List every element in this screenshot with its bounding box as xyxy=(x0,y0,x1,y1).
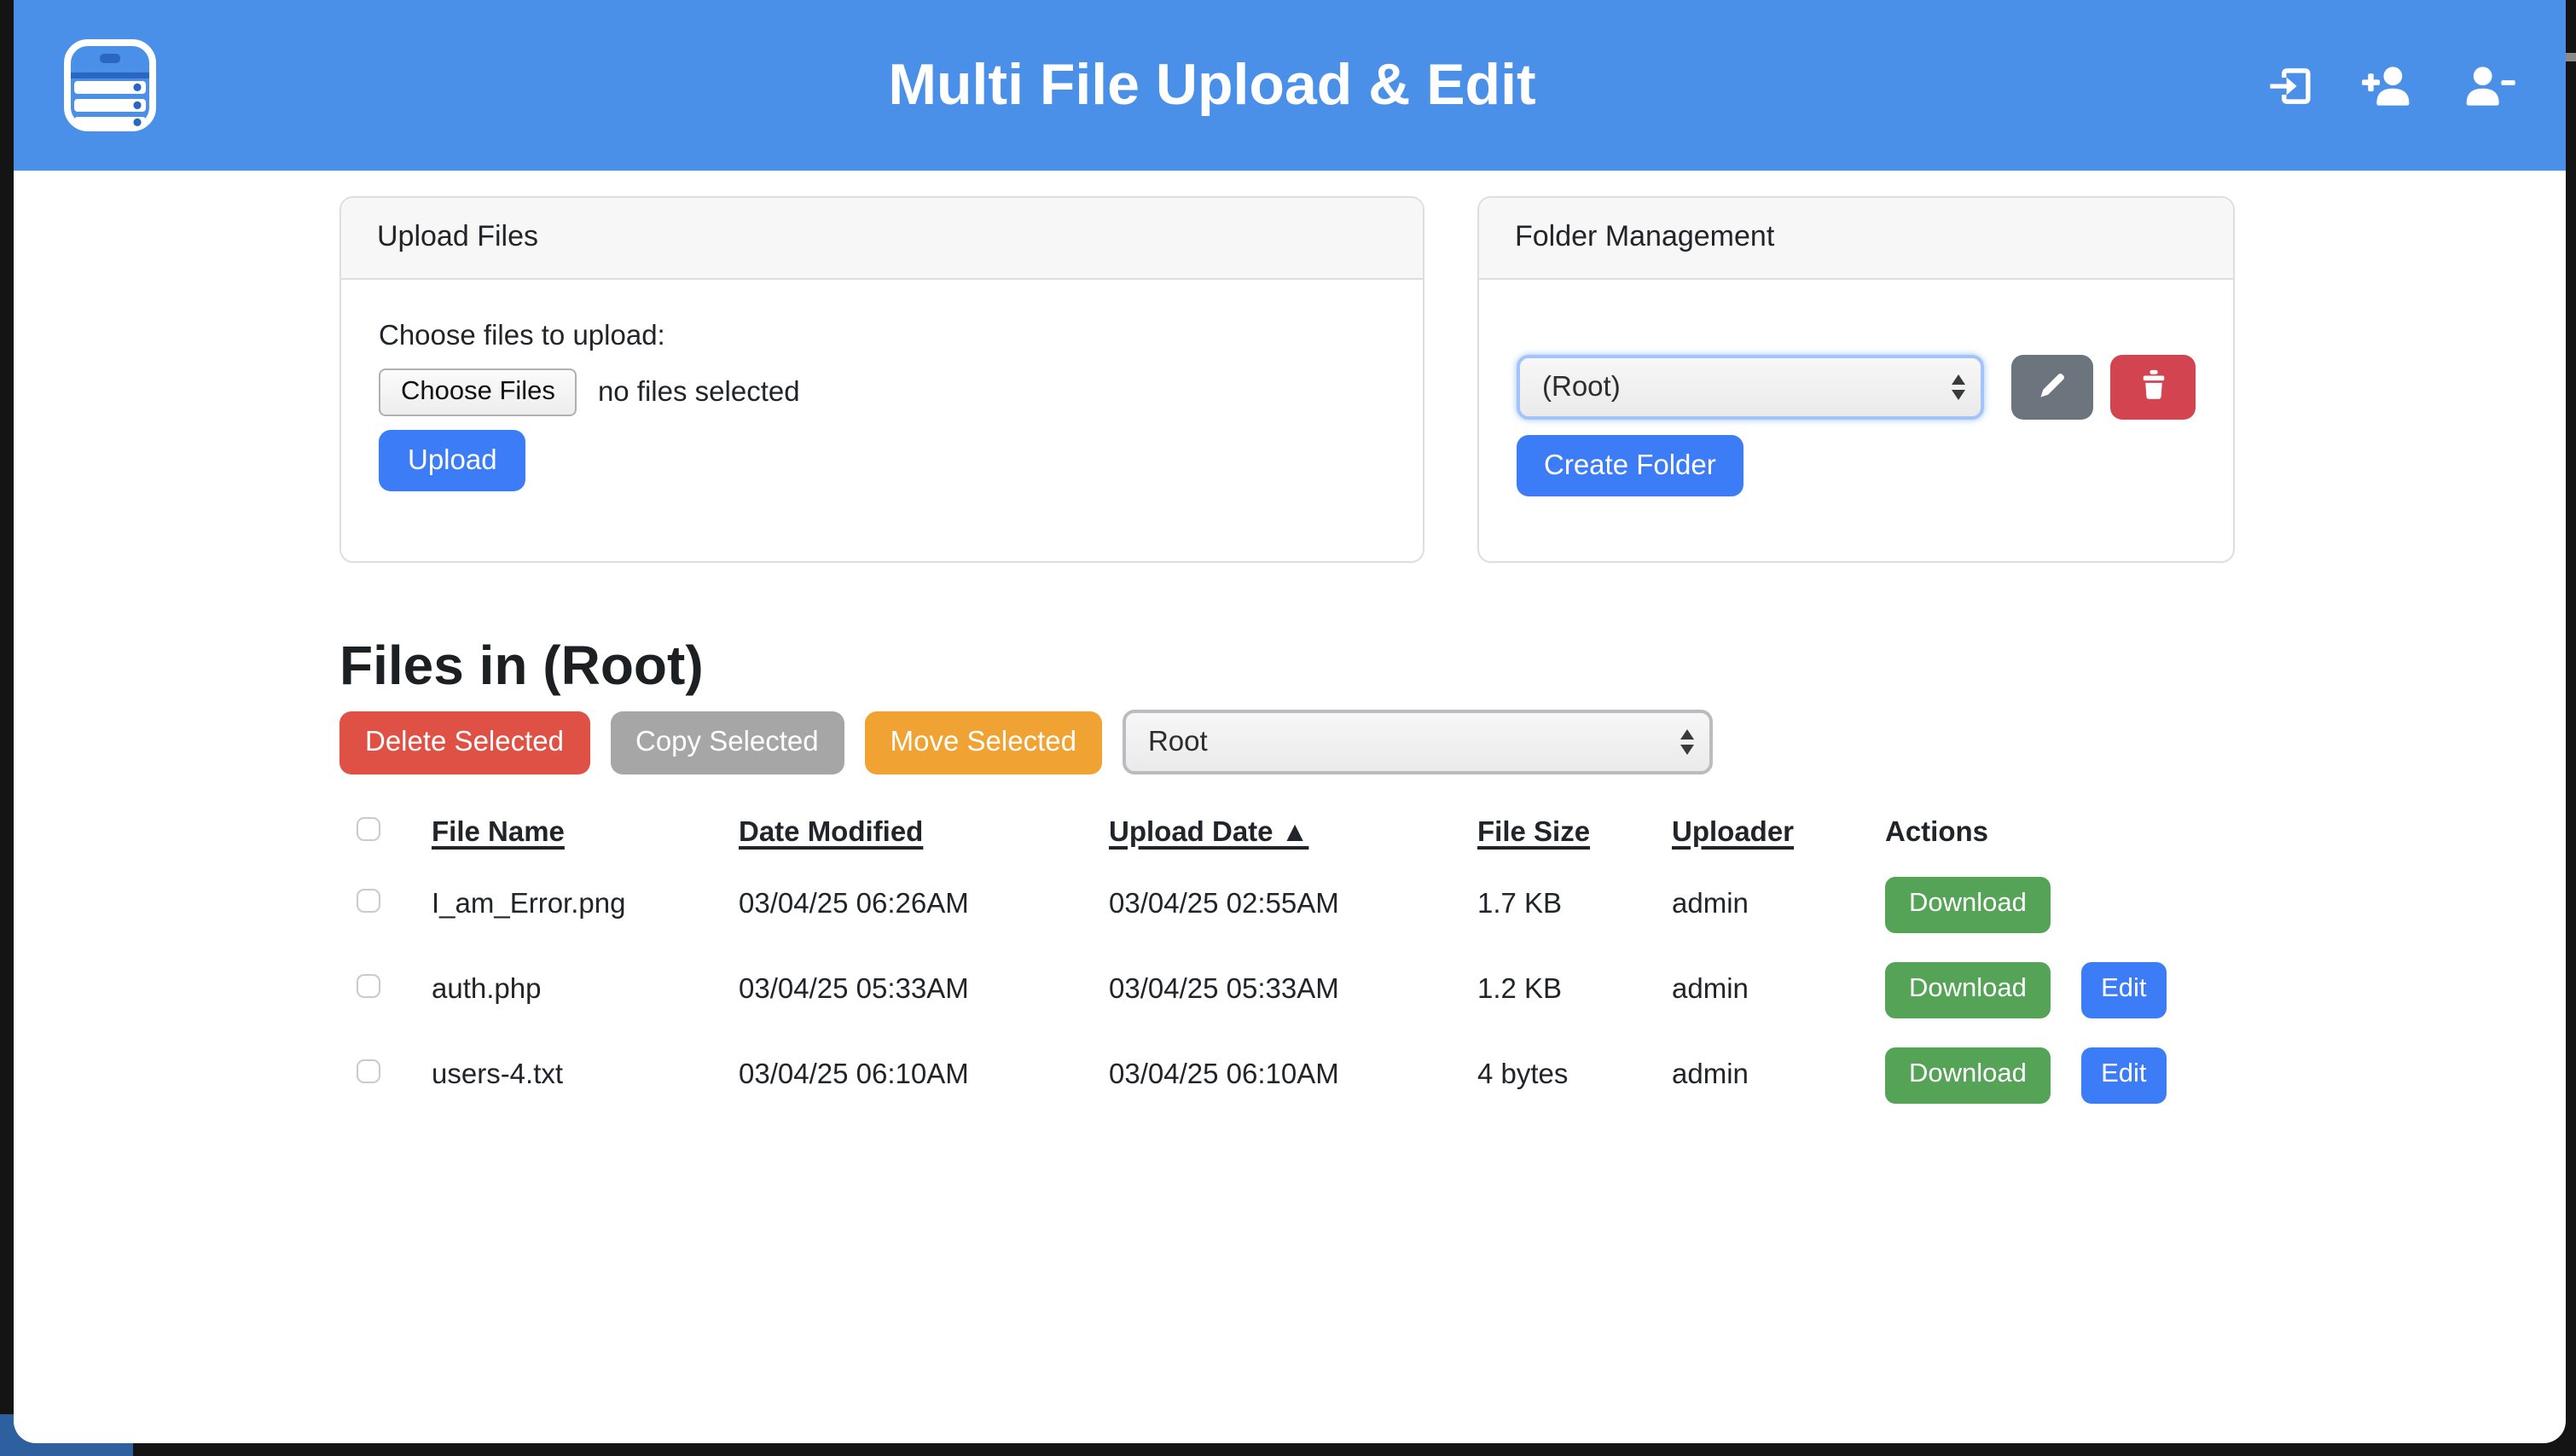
screen: Multi File Upload & Edit xyxy=(0,0,2576,1456)
upload-card-title: Upload Files xyxy=(341,198,1423,280)
upload-date-cell: 03/04/25 05:33AM xyxy=(1109,947,1477,1032)
table-row: users-4.txt 03/04/25 06:10AM 03/04/25 06… xyxy=(339,1032,2202,1117)
choose-files-button[interactable]: Choose Files xyxy=(379,368,577,416)
file-input-status: no files selected xyxy=(598,376,800,409)
person-remove-icon[interactable] xyxy=(2460,61,2516,110)
row-checkbox[interactable] xyxy=(357,973,380,997)
upload-button[interactable]: Upload xyxy=(379,430,526,491)
table-header-row: File Name Date Modified Upload Date ▲ Fi… xyxy=(339,803,2202,861)
file-name-cell: users-4.txt xyxy=(432,1032,739,1117)
actions-cell: Download Edit xyxy=(1885,1032,2202,1117)
column-header-file-name[interactable]: File Name xyxy=(432,803,739,861)
date-modified-cell: 03/04/25 05:33AM xyxy=(739,947,1109,1032)
folder-card-title: Folder Management xyxy=(1479,198,2233,280)
file-size-cell: 1.7 KB xyxy=(1477,861,1672,947)
column-header-uploader[interactable]: Uploader xyxy=(1672,803,1885,861)
file-name-cell: I_am_Error.png xyxy=(432,861,739,947)
actions-cell: Download Edit xyxy=(1885,947,2202,1032)
actions-cell: Download xyxy=(1885,861,2202,947)
login-icon[interactable] xyxy=(2266,61,2315,110)
browser-window: Multi File Upload & Edit xyxy=(14,0,2566,1443)
rename-folder-button[interactable] xyxy=(2010,355,2093,420)
date-modified-cell: 03/04/25 06:26AM xyxy=(739,861,1109,947)
select-spinner-icon xyxy=(1680,729,1694,755)
file-input: Choose Files no files selected xyxy=(379,368,1385,416)
file-size-cell: 4 bytes xyxy=(1477,1032,1672,1117)
download-button[interactable]: Download xyxy=(1885,876,2051,932)
file-name-cell: auth.php xyxy=(432,947,739,1032)
folder-select-value: (Root) xyxy=(1542,371,1621,403)
select-spinner-icon xyxy=(1951,374,1964,400)
download-button[interactable]: Download xyxy=(1885,1047,2051,1103)
top-cards-row: Upload Files Choose files to upload: Cho… xyxy=(339,196,2566,563)
uploader-cell: admin xyxy=(1672,861,1885,947)
page-title: Multi File Upload & Edit xyxy=(159,52,2266,119)
move-target-value: Root xyxy=(1148,726,1208,758)
copy-selected-button[interactable]: Copy Selected xyxy=(610,711,844,774)
uploader-cell: admin xyxy=(1672,1032,1885,1117)
uploader-cell: admin xyxy=(1672,947,1885,1032)
files-table: File Name Date Modified Upload Date ▲ Fi… xyxy=(339,803,2202,1117)
files-toolbar: Delete Selected Copy Selected Move Selec… xyxy=(339,710,2566,774)
create-folder-button[interactable]: Create Folder xyxy=(1517,435,1743,496)
upload-date-cell: 03/04/25 02:55AM xyxy=(1109,861,1477,947)
window-edge-notch xyxy=(2566,53,2576,61)
files-table-body: I_am_Error.png 03/04/25 06:26AM 03/04/25… xyxy=(339,861,2202,1117)
app-header: Multi File Upload & Edit xyxy=(14,0,2566,171)
column-header-file-size[interactable]: File Size xyxy=(1477,803,1672,861)
trash-icon xyxy=(2135,367,2171,408)
column-header-upload-date[interactable]: Upload Date ▲ xyxy=(1109,803,1477,861)
table-row: I_am_Error.png 03/04/25 06:26AM 03/04/25… xyxy=(339,861,2202,947)
table-row: auth.php 03/04/25 05:33AM 03/04/25 05:33… xyxy=(339,947,2202,1032)
move-selected-button[interactable]: Move Selected xyxy=(865,711,1102,774)
server-stack-icon xyxy=(61,38,159,133)
upload-date-cell: 03/04/25 06:10AM xyxy=(1109,1032,1477,1117)
file-size-cell: 1.2 KB xyxy=(1477,947,1672,1032)
edit-button[interactable]: Edit xyxy=(2080,961,2167,1018)
edit-button[interactable]: Edit xyxy=(2080,1047,2167,1103)
person-add-icon[interactable] xyxy=(2359,61,2416,110)
row-checkbox[interactable] xyxy=(357,888,380,912)
pencil-icon xyxy=(2034,366,2071,409)
date-modified-cell: 03/04/25 06:10AM xyxy=(739,1032,1109,1117)
folder-select[interactable]: (Root) xyxy=(1517,355,1983,420)
delete-folder-button[interactable] xyxy=(2111,355,2196,420)
page-content: Upload Files Choose files to upload: Cho… xyxy=(14,171,2566,1117)
select-all-checkbox[interactable] xyxy=(357,816,380,840)
row-checkbox[interactable] xyxy=(357,1059,380,1082)
download-button[interactable]: Download xyxy=(1885,961,2051,1018)
header-actions xyxy=(2266,61,2516,110)
move-target-select[interactable]: Root xyxy=(1123,710,1713,774)
column-header-date-modified[interactable]: Date Modified xyxy=(739,803,1109,861)
choose-files-label: Choose files to upload: xyxy=(379,321,1385,353)
column-header-actions: Actions xyxy=(1885,803,2202,861)
files-heading: Files in (Root) xyxy=(339,635,2566,698)
upload-files-card: Upload Files Choose files to upload: Cho… xyxy=(339,196,1424,563)
delete-selected-button[interactable]: Delete Selected xyxy=(339,711,589,774)
folder-management-card: Folder Management (Root) xyxy=(1477,196,2235,563)
